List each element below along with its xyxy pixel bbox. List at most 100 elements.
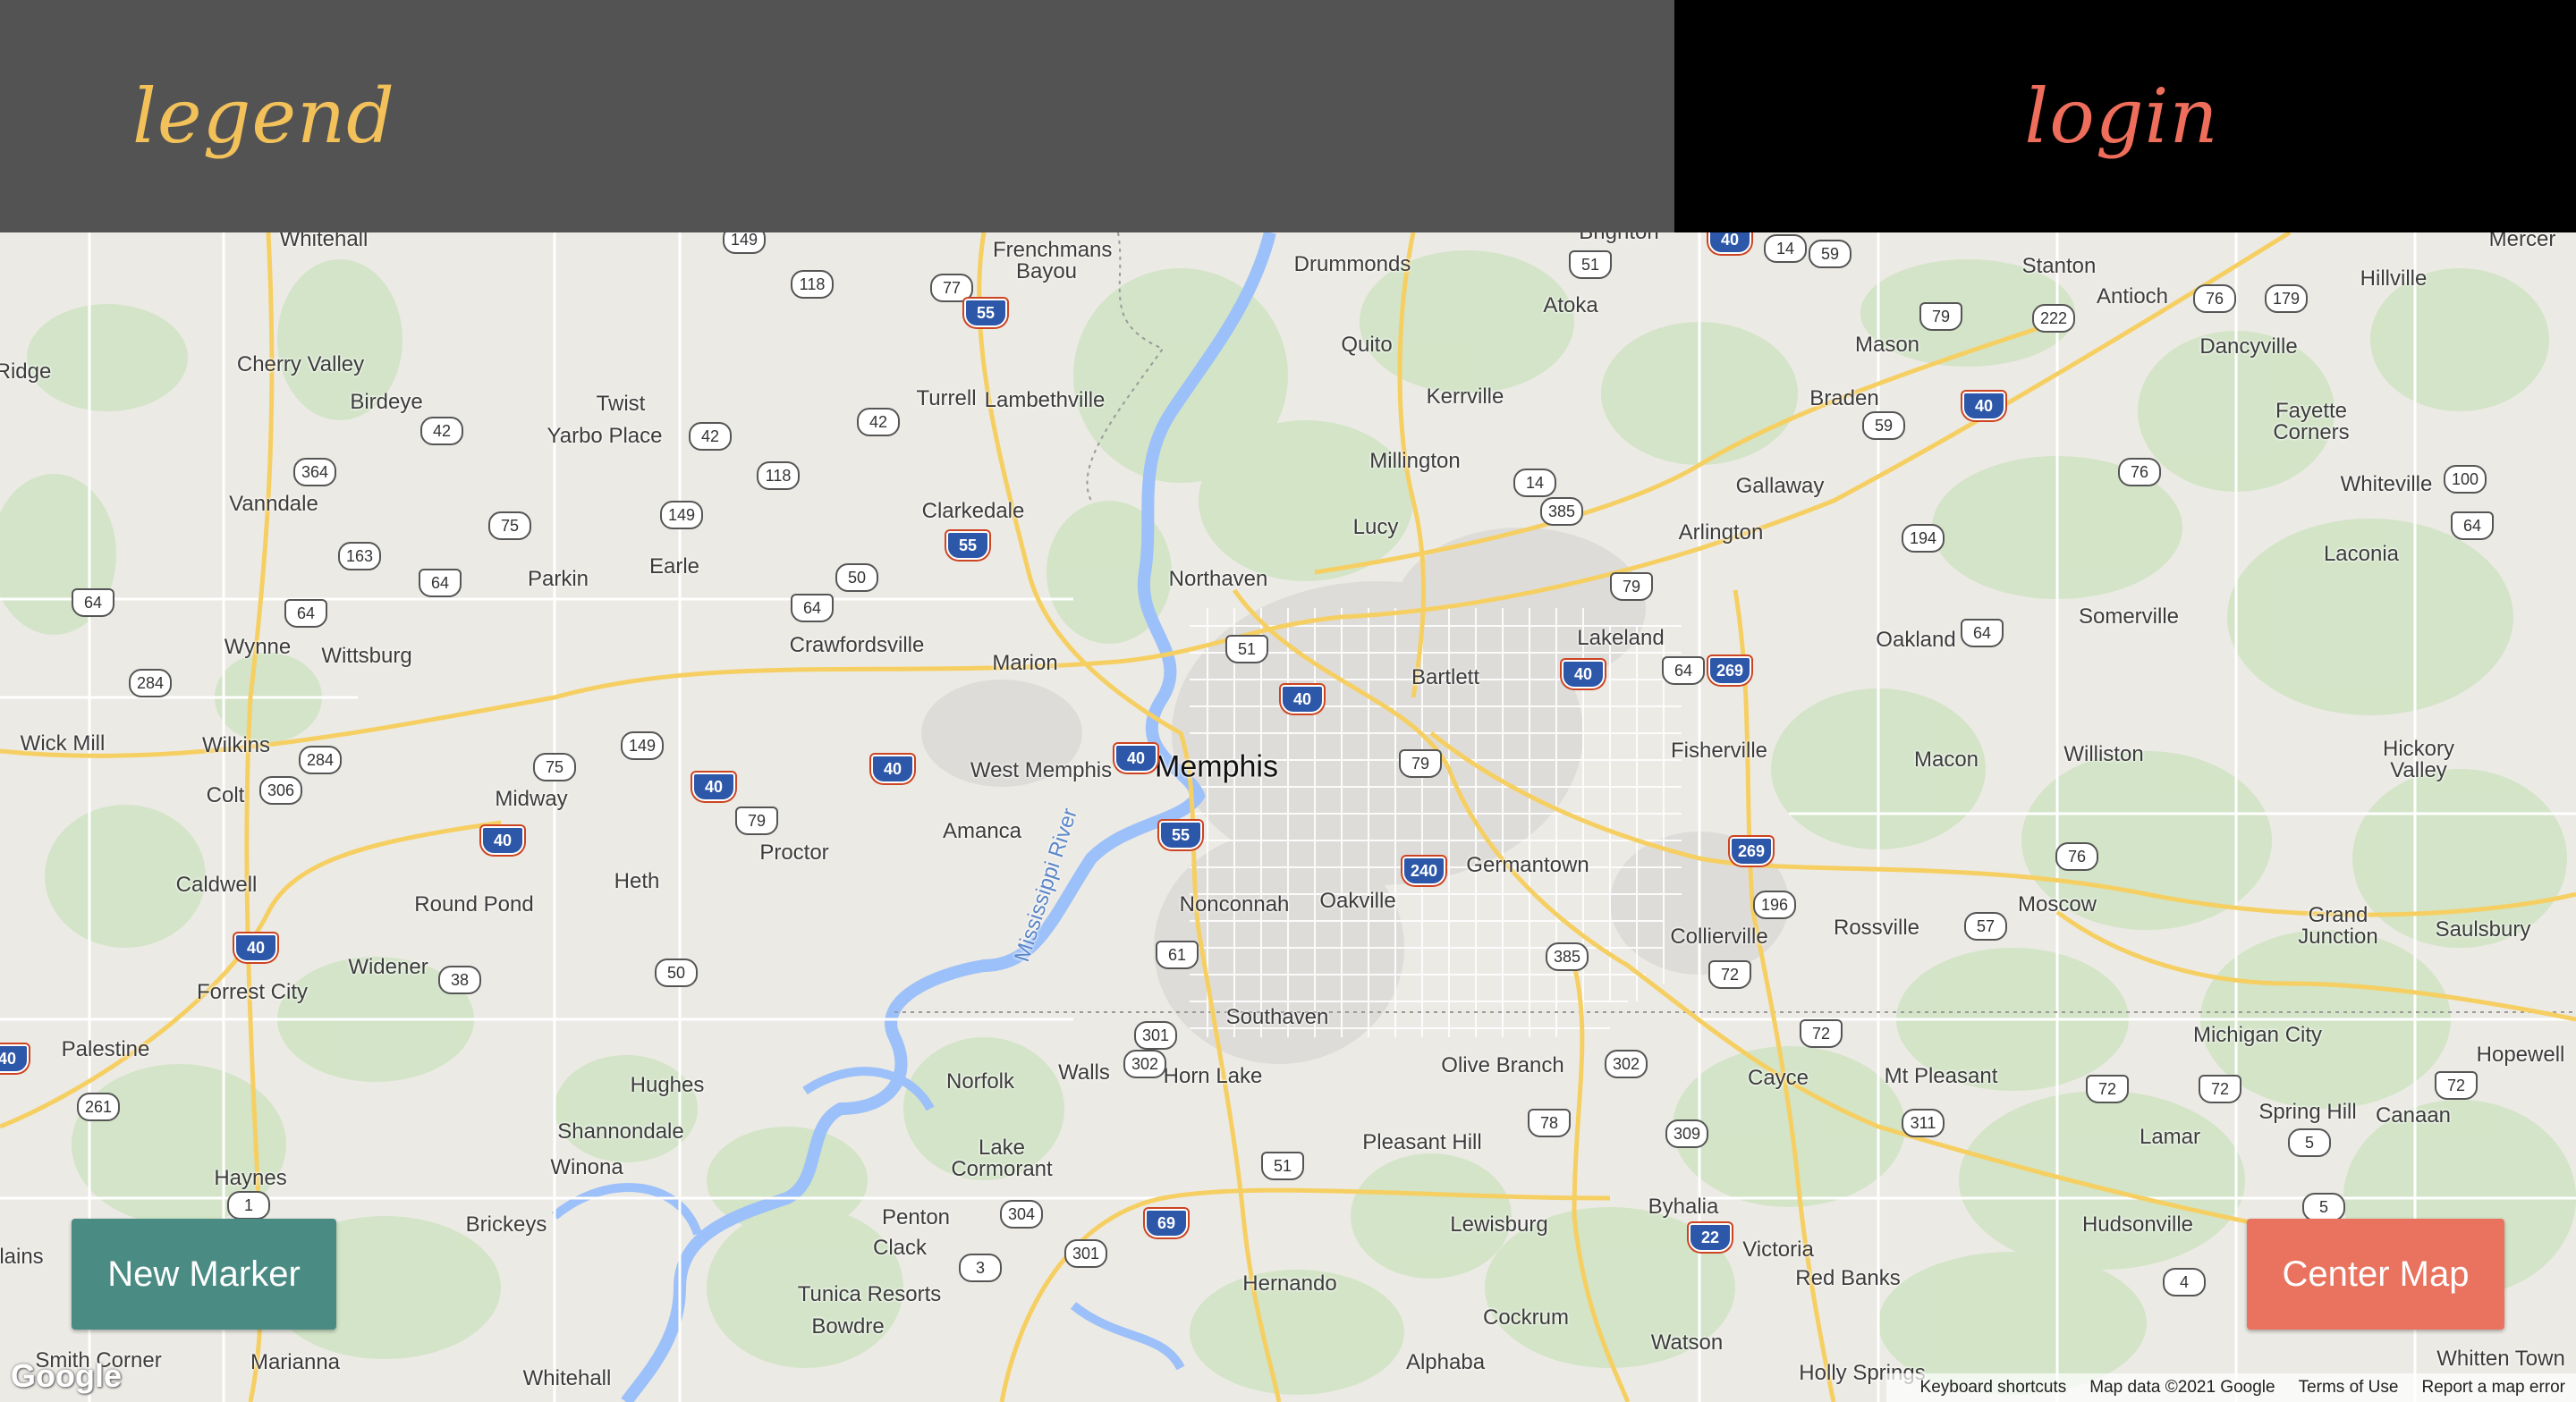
place-label: Yarbo Place	[547, 424, 663, 448]
place-label: Oakland	[1876, 628, 1956, 652]
state-route-shield: 42	[689, 422, 732, 451]
place-label: Clack	[872, 1236, 928, 1260]
state-route-shield: 301	[1064, 1239, 1107, 1268]
place-label: Moscow	[2017, 892, 2097, 916]
state-route-shield: 38	[438, 966, 481, 994]
place-label: Gallaway	[1735, 474, 1825, 498]
keyboard-shortcuts-link[interactable]: Keyboard shortcuts	[1920, 1378, 2067, 1398]
interstate-shield: 40	[1114, 744, 1157, 773]
us-route-shield: 51	[1225, 635, 1268, 663]
map-canvas[interactable]: Whitehall Frenchmans Bayou Drummonds Bright…	[0, 232, 2576, 1402]
terms-of-use-link[interactable]: Terms of Use	[2299, 1378, 2399, 1398]
place-label: Whitehall	[522, 1366, 612, 1390]
place-label: Mason	[1854, 333, 1920, 357]
place-label: Byhalia	[1648, 1195, 1719, 1219]
place-label: Tunica Resorts	[797, 1282, 942, 1306]
place-label: Marion	[992, 651, 1058, 675]
state-route-shield: 149	[621, 731, 664, 760]
place-label: Rossville	[1833, 916, 1920, 940]
state-route-shield: 118	[757, 461, 800, 490]
state-route-shield: 75	[533, 753, 576, 781]
place-label: Bowdre	[811, 1314, 885, 1339]
state-route-shield: 306	[259, 776, 302, 805]
place-label: Haynes	[214, 1166, 287, 1190]
place-label: lains	[0, 1245, 44, 1269]
state-route-shield: 50	[835, 563, 878, 592]
place-label: Macon	[1913, 747, 1979, 772]
place-label: Parkin	[527, 567, 589, 591]
map-data-text: Map data ©2021 Google	[2089, 1378, 2275, 1397]
place-label: Ridge	[0, 359, 52, 384]
state-route-shield: 149	[660, 501, 703, 529]
place-label: Lake Cormorant	[951, 1136, 1053, 1181]
place-label: Drummonds	[1293, 252, 1411, 276]
state-route-shield: 302	[1123, 1050, 1166, 1078]
state-route-shield: 5	[2288, 1128, 2331, 1157]
interstate-shield: 40	[1562, 660, 1605, 688]
us-route-shield: 64	[791, 594, 834, 622]
place-label: Grand Junction	[2298, 903, 2378, 949]
interstate-shield: 40	[234, 933, 277, 962]
place-label: Mercer	[2488, 232, 2556, 251]
state-route-shield: 118	[791, 270, 834, 299]
interstate-shield: 40	[481, 826, 524, 855]
center-map-button[interactable]: Center Map	[2247, 1219, 2504, 1330]
state-route-shield: 163	[338, 542, 381, 570]
state-route-shield: 385	[1546, 942, 1589, 971]
place-label: Northaven	[1168, 567, 1268, 591]
place-label: Brickeys	[465, 1212, 547, 1237]
state-route-shield: 14	[1764, 234, 1807, 263]
interstate-shield: 240	[1402, 857, 1445, 885]
place-label: Round Pond	[414, 892, 534, 916]
us-route-shield: 51	[1569, 250, 1612, 279]
state-route-shield: 222	[2032, 304, 2075, 333]
place-label: Lucy	[1352, 515, 1399, 539]
place-label: Collierville	[1670, 925, 1768, 949]
state-route-shield: 261	[77, 1093, 120, 1121]
place-label: Hillville	[2360, 266, 2428, 291]
us-route-shield: 72	[2199, 1075, 2241, 1103]
place-label: Braden	[1809, 386, 1879, 410]
place-label: Williston	[2063, 742, 2144, 766]
us-route-shield: 72	[1708, 960, 1751, 989]
state-route-shield: 311	[1902, 1109, 1945, 1137]
state-route-shield: 100	[2444, 465, 2487, 494]
legend-button[interactable]: legend	[0, 0, 1674, 232]
us-route-shield: 72	[2086, 1075, 2129, 1103]
state-route-shield: 5	[2302, 1193, 2345, 1221]
place-label: Stanton	[2021, 254, 2097, 278]
place-label: Wilkins	[202, 733, 270, 757]
place-label: Arlington	[1678, 520, 1764, 545]
place-label: Watson	[1650, 1330, 1724, 1355]
place-label: Heth	[614, 869, 660, 893]
place-label: Victoria	[1742, 1237, 1814, 1262]
place-label: Proctor	[759, 840, 829, 865]
us-route-shield: 61	[1156, 941, 1199, 969]
us-route-shield: 51	[1261, 1152, 1304, 1180]
us-route-shield: 78	[1528, 1109, 1571, 1137]
place-label: Antioch	[2096, 284, 2169, 308]
place-label: Winona	[550, 1155, 623, 1179]
place-label: Hughes	[630, 1073, 705, 1097]
us-route-shield: 64	[2451, 511, 2494, 540]
report-map-error-link[interactable]: Report a map error	[2421, 1378, 2565, 1398]
place-label: Wittsburg	[321, 644, 412, 668]
place-label: Penton	[881, 1205, 951, 1229]
place-label: Vanndale	[229, 492, 318, 516]
state-route-shield: 76	[2118, 458, 2161, 486]
state-route-shield: 149	[723, 232, 766, 254]
us-route-shield: 72	[1800, 1019, 1843, 1048]
us-route-shield: 79	[1399, 749, 1442, 778]
interstate-shield: 40	[0, 1044, 29, 1073]
place-label: Wynne	[224, 635, 292, 659]
place-label: Lamar	[2139, 1125, 2201, 1149]
place-label: Olive Branch	[1441, 1053, 1564, 1077]
place-label: Widener	[348, 955, 428, 979]
state-route-shield: 59	[1862, 411, 1905, 440]
new-marker-button[interactable]: New Marker	[72, 1219, 336, 1330]
place-label: Whitehall	[279, 232, 369, 251]
state-route-shield: 76	[2193, 284, 2236, 313]
place-label: Millington	[1369, 449, 1461, 473]
login-button[interactable]: login	[1674, 0, 2576, 232]
us-route-shield: 64	[72, 588, 114, 617]
